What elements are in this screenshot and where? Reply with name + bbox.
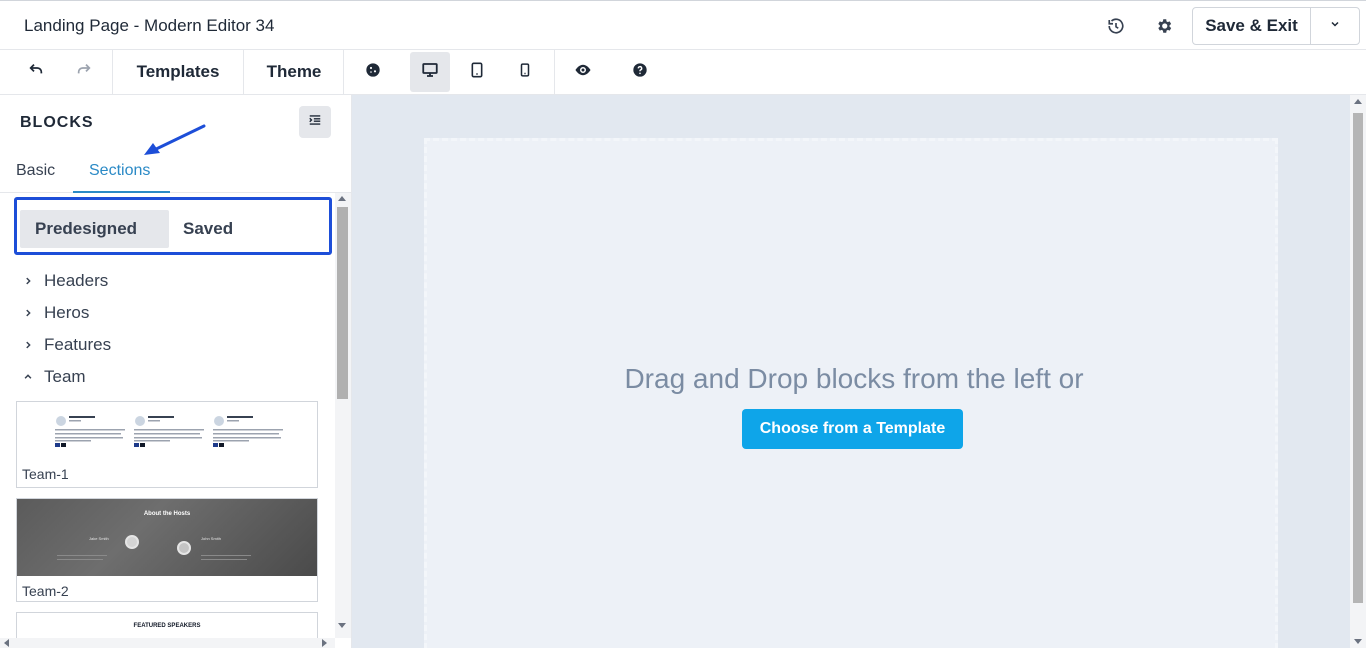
scrollbar-thumb[interactable] xyxy=(337,207,348,399)
horizontal-scrollbar[interactable] xyxy=(0,638,335,648)
cookie-icon xyxy=(365,62,381,83)
blocks-panel-title: BLOCKS xyxy=(20,114,94,131)
redo-button[interactable] xyxy=(70,52,98,92)
team-2-preview-name: Jake Smith xyxy=(89,536,109,541)
sections-list: Predesigned Saved Headers Heros Features… xyxy=(0,193,335,638)
page-title: Landing Page - Modern Editor 34 xyxy=(24,16,275,35)
chevron-up-icon xyxy=(20,372,36,382)
section-source-toggle: Predesigned Saved xyxy=(14,197,332,255)
category-label: Headers xyxy=(44,271,109,290)
scroll-down-icon[interactable] xyxy=(338,623,346,628)
drop-zone-placeholder: Drag and Drop blocks from the left or xyxy=(624,363,1084,394)
tablet-view-button[interactable] xyxy=(462,52,492,92)
block-thumbnail-team-2[interactable]: About the Hosts Jake Smith John Smith Te… xyxy=(16,498,318,602)
chevron-right-icon xyxy=(20,308,36,318)
predesigned-option[interactable]: Predesigned xyxy=(20,210,169,248)
editor-toolbar: Templates Theme xyxy=(0,50,1366,95)
mobile-view-button[interactable] xyxy=(510,52,540,92)
block-label: Team-2 xyxy=(22,583,69,599)
block-thumbnail-team-3[interactable]: FEATURED SPEAKERS xyxy=(16,612,318,638)
blocks-panel: BLOCKS Basic Sections Predesigned Saved … xyxy=(0,95,352,648)
eye-icon xyxy=(574,63,592,82)
scroll-down-icon[interactable] xyxy=(1354,639,1362,644)
scroll-up-icon[interactable] xyxy=(338,196,346,201)
category-heros[interactable]: Heros xyxy=(20,301,89,325)
title-bar: Landing Page - Modern Editor 34 Save & E… xyxy=(0,0,1366,50)
category-features[interactable]: Features xyxy=(20,333,111,357)
category-headers[interactable]: Headers xyxy=(20,269,108,293)
avatar xyxy=(125,535,139,549)
save-options-dropdown[interactable] xyxy=(1311,8,1359,44)
gear-icon[interactable] xyxy=(1152,14,1176,38)
scroll-up-icon[interactable] xyxy=(1354,99,1362,104)
avatar xyxy=(177,541,191,555)
chevron-right-icon xyxy=(20,276,36,286)
chevron-down-icon xyxy=(1329,17,1341,35)
saved-option[interactable]: Saved xyxy=(183,210,233,248)
collapse-panel-button[interactable] xyxy=(299,106,331,138)
annotation-arrow-icon xyxy=(144,124,206,155)
save-exit-group: Save & Exit xyxy=(1192,7,1360,45)
canvas-scrollbar[interactable] xyxy=(1350,95,1366,648)
tablet-icon xyxy=(469,61,485,84)
desktop-view-button[interactable] xyxy=(410,52,450,92)
category-label: Heros xyxy=(44,303,90,322)
sections-scrollbar[interactable] xyxy=(335,193,351,638)
choose-template-button[interactable]: Choose from a Template xyxy=(742,409,963,449)
drop-zone[interactable]: Drag and Drop blocks from the left or Ch… xyxy=(424,138,1278,648)
block-thumbnail-team-1[interactable]: Team-1 xyxy=(16,401,318,488)
undo-icon xyxy=(28,62,44,83)
team-1-preview-image xyxy=(55,416,283,447)
mobile-icon xyxy=(518,61,532,84)
custom-code-button[interactable] xyxy=(358,52,388,92)
theme-button[interactable]: Theme xyxy=(258,52,330,92)
category-label: Team xyxy=(44,367,86,386)
help-icon xyxy=(632,62,648,83)
editor-canvas: Drag and Drop blocks from the left or Ch… xyxy=(352,95,1350,648)
blocks-tabs: Basic Sections xyxy=(0,153,351,193)
team-3-preview-heading: FEATURED SPEAKERS xyxy=(133,623,201,629)
templates-button[interactable]: Templates xyxy=(126,52,230,92)
desktop-icon xyxy=(421,61,439,84)
undo-button[interactable] xyxy=(22,52,50,92)
chevron-right-icon xyxy=(20,340,36,350)
scroll-right-icon[interactable] xyxy=(322,639,327,647)
category-label: Features xyxy=(44,335,112,354)
team-2-preview-heading: About the Hosts xyxy=(143,511,191,517)
block-label: Team-1 xyxy=(22,466,69,482)
team-2-preview-image: About the Hosts Jake Smith John Smith xyxy=(17,499,317,576)
preview-button[interactable] xyxy=(568,52,598,92)
help-button[interactable] xyxy=(625,52,655,92)
history-icon[interactable] xyxy=(1104,14,1128,38)
scrollbar-thumb[interactable] xyxy=(1353,113,1363,603)
tab-sections[interactable]: Sections xyxy=(89,162,150,180)
indent-icon xyxy=(308,113,322,132)
scroll-left-icon[interactable] xyxy=(4,639,9,647)
category-team[interactable]: Team xyxy=(20,365,86,389)
team-2-preview-name: John Smith xyxy=(201,536,222,541)
redo-icon xyxy=(76,62,92,83)
tab-basic[interactable]: Basic xyxy=(16,162,55,180)
save-exit-button[interactable]: Save & Exit xyxy=(1193,8,1311,44)
